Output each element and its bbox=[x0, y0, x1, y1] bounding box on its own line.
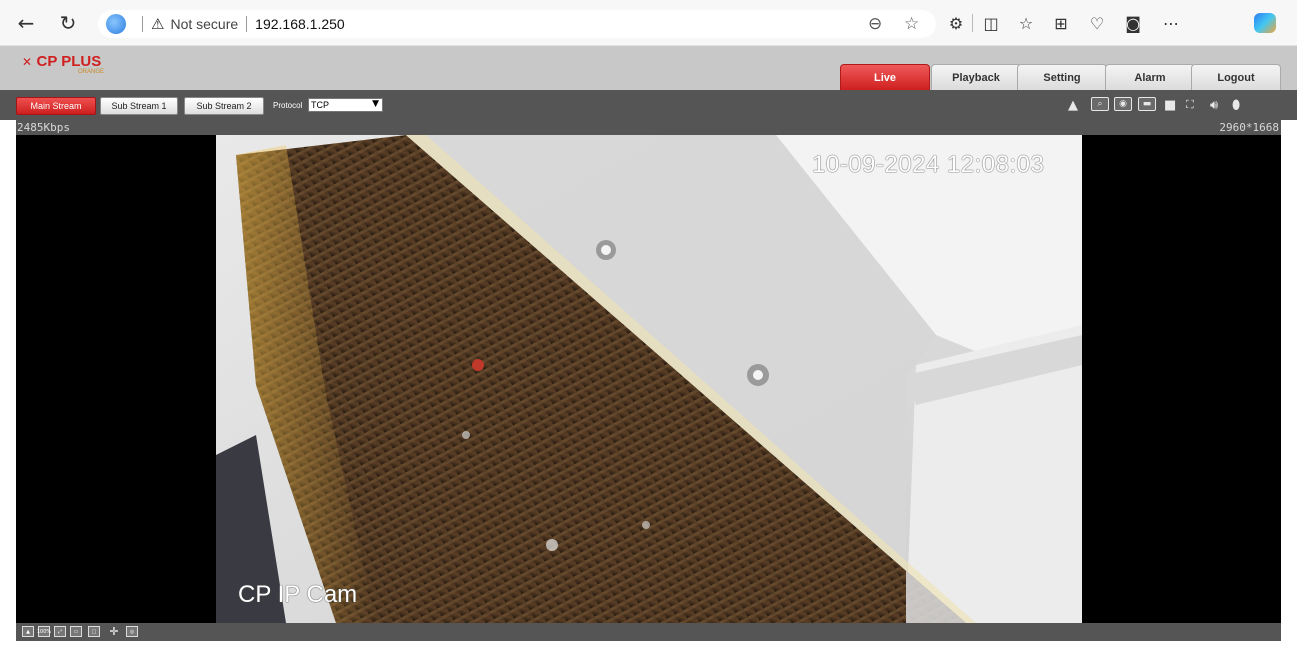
performance-icon[interactable]: ◙ bbox=[1122, 12, 1144, 34]
record-icon[interactable]: ■ bbox=[1164, 97, 1176, 113]
warning-icon[interactable]: ⚠ bbox=[151, 15, 164, 33]
copilot-icon[interactable] bbox=[1254, 13, 1276, 33]
toolbar-divider bbox=[972, 14, 973, 32]
sub-stream-1-button[interactable]: Sub Stream 1 bbox=[100, 97, 178, 115]
tab-alarm[interactable]: Alarm bbox=[1105, 64, 1195, 90]
ptz-icon[interactable]: ✛ bbox=[108, 625, 120, 638]
fisheye-icon[interactable]: ◎ bbox=[126, 626, 138, 637]
back-icon[interactable]: ← bbox=[14, 11, 38, 35]
logo-mark-icon: ✕ bbox=[22, 55, 33, 69]
snapshot-icon[interactable]: ◉ bbox=[1114, 97, 1132, 111]
view-mode-icon[interactable]: ▲ bbox=[22, 626, 34, 637]
resolution-readout: 2960*1668 bbox=[1219, 121, 1279, 134]
tab-playback[interactable]: Playback bbox=[931, 64, 1021, 90]
osd-camera-name: CP IP Cam bbox=[238, 581, 358, 608]
live-video-area[interactable]: 10-09-2024 12:08:03 CP IP Cam bbox=[16, 135, 1281, 623]
site-icon bbox=[106, 14, 126, 34]
logo-subtext: ORANGE bbox=[78, 69, 105, 75]
camera-feed: 10-09-2024 12:08:03 CP IP Cam bbox=[216, 135, 1082, 623]
tab-setting[interactable]: Setting bbox=[1017, 64, 1107, 90]
bitrate-readout: 2485Kbps bbox=[17, 121, 70, 134]
main-stream-button[interactable]: Main Stream bbox=[16, 97, 96, 115]
divider bbox=[246, 16, 248, 32]
original-icon[interactable]: □ bbox=[88, 626, 100, 637]
zoom-icon[interactable]: ⌕ bbox=[1091, 97, 1109, 111]
tab-logout[interactable]: Logout bbox=[1191, 64, 1281, 90]
refresh-icon[interactable]: ↻ bbox=[56, 11, 80, 35]
protocol-value: TCP bbox=[311, 100, 329, 110]
zoom-out-icon[interactable]: ⊖ bbox=[868, 14, 882, 34]
app-header: ✕ CP PLUS ORANGE Live Playback Setting A… bbox=[0, 46, 1297, 90]
favorite-star-icon[interactable]: ☆ bbox=[904, 14, 919, 34]
divider bbox=[142, 16, 143, 32]
osd-timestamp: 10-09-2024 12:08:03 bbox=[812, 151, 1045, 178]
cp-plus-logo: ✕ CP PLUS ORANGE bbox=[22, 53, 104, 75]
logo-text: CP PLUS bbox=[36, 53, 102, 70]
wide-icon[interactable]: ▭ bbox=[70, 626, 82, 637]
browser-essentials-icon[interactable]: ♡ bbox=[1086, 12, 1108, 34]
protocol-label: Protocol bbox=[273, 101, 303, 110]
video-bottom-toolbar: ▲ 100% ⤢ ▭ □ ✛ ◎ bbox=[16, 623, 1281, 641]
zoom-100-label: 100% bbox=[36, 628, 52, 635]
not-secure-label[interactable]: Not secure bbox=[170, 16, 238, 32]
microphone-icon[interactable]: ⬮ bbox=[1232, 97, 1240, 113]
video-info-strip: 2485Kbps 2960*1668 bbox=[16, 120, 1281, 135]
chevron-down-icon: ▼ bbox=[372, 99, 379, 109]
more-icon[interactable]: ⋯ bbox=[1160, 12, 1182, 34]
sub-stream-2-button[interactable]: Sub Stream 2 bbox=[184, 97, 264, 115]
address-bar[interactable]: ⚠ Not secure 192.168.1.250 ⊖ ☆ bbox=[98, 10, 936, 38]
user-icon[interactable]: ▲ bbox=[1068, 97, 1078, 113]
volume-icon[interactable]: 🔊︎ bbox=[1210, 97, 1218, 113]
camera-feed-image bbox=[216, 135, 1082, 623]
collections-icon[interactable]: ⊞ bbox=[1050, 12, 1072, 34]
split-screen-icon[interactable]: ◫ bbox=[980, 12, 1002, 34]
fullscreen-icon[interactable]: ⛶ bbox=[1186, 97, 1194, 113]
zoom-100-icon[interactable]: 100% bbox=[36, 626, 52, 637]
favorites-icon[interactable]: ☆ bbox=[1015, 12, 1037, 34]
extensions-icon[interactable]: ⚙ bbox=[945, 12, 967, 34]
fit-icon[interactable]: ⤢ bbox=[54, 626, 66, 637]
url-text[interactable]: 192.168.1.250 bbox=[255, 16, 345, 32]
triple-snapshot-icon[interactable]: ▬ bbox=[1138, 97, 1156, 111]
stream-toolbar: Main Stream Sub Stream 1 Sub Stream 2 Pr… bbox=[0, 90, 1297, 120]
protocol-select[interactable]: TCP ▼ bbox=[308, 98, 383, 112]
browser-toolbar: ← ↻ ⚠ Not secure 192.168.1.250 ⊖ ☆ ⚙ ◫ ☆… bbox=[0, 0, 1297, 46]
tab-live[interactable]: Live bbox=[840, 64, 930, 90]
